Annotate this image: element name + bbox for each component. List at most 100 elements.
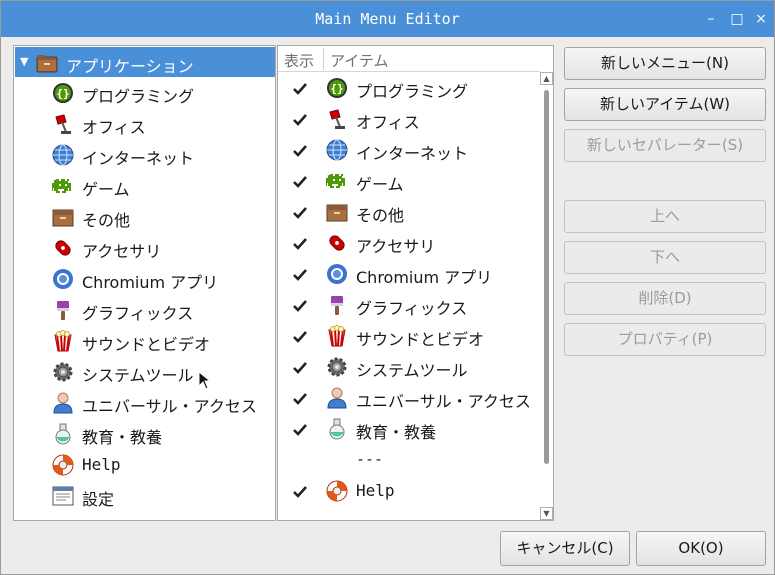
tree-item-system-tools[interactable]: システムツール xyxy=(14,357,274,388)
tree-item-office[interactable]: オフィス xyxy=(14,109,274,140)
mouse-pointer-icon xyxy=(198,371,212,390)
visible-checkbox[interactable] xyxy=(292,143,308,159)
list-row[interactable]: システムツール xyxy=(278,352,540,383)
tree-item-label: Chromium アプリ xyxy=(82,273,219,292)
list-row-label: アクセサリ xyxy=(356,237,436,256)
globe-icon xyxy=(52,144,74,166)
menu-tree[interactable]: ▼ アプリケーション プログラミング オフィス インターネット ゲーム その他 … xyxy=(13,45,276,521)
tree-item-games[interactable]: ゲーム xyxy=(14,171,274,202)
list-row[interactable]: Help xyxy=(278,476,540,507)
list-row[interactable]: インターネット xyxy=(278,135,540,166)
new-separator-button[interactable]: 新しいセパレーター(S) xyxy=(564,129,766,162)
visible-checkbox[interactable] xyxy=(292,267,308,283)
tree-item-chromium-apps[interactable]: Chromium アプリ xyxy=(14,264,274,295)
lifebuoy-icon xyxy=(326,480,348,502)
tree-item-label: 設定 xyxy=(82,490,115,509)
tree-item-label: その他 xyxy=(82,211,131,230)
move-up-button[interactable]: 上へ xyxy=(564,200,766,233)
visible-checkbox[interactable] xyxy=(292,81,308,97)
scroll-up-arrow-icon[interactable]: ▲ xyxy=(540,72,553,85)
flask-icon xyxy=(326,418,348,440)
item-list[interactable]: 表示 アイテム プログラミング オフィス インターネット ゲーム その他 アクセ… xyxy=(277,45,554,521)
column-header-show[interactable]: 表示 xyxy=(284,50,314,71)
tree-item-sound-video[interactable]: サウンドとビデオ xyxy=(14,326,274,357)
list-row[interactable]: その他 xyxy=(278,197,540,228)
tree-item-applications[interactable]: ▼ アプリケーション xyxy=(15,47,275,77)
tree-item-universal-access[interactable]: ユニバーサル・アクセス xyxy=(14,388,274,419)
list-row-label: ユニバーサル・アクセス xyxy=(356,392,531,411)
new-menu-button[interactable]: 新しいメニュー(N) xyxy=(564,47,766,80)
cancel-button[interactable]: キャンセル(C) xyxy=(500,531,630,566)
tree-item-label: アプリケーション xyxy=(66,57,194,76)
paintbrush-icon xyxy=(52,299,74,321)
tree-item-label: システムツール xyxy=(82,366,194,385)
column-divider xyxy=(323,48,324,70)
visible-checkbox[interactable] xyxy=(292,298,308,314)
list-row[interactable]: グラフィックス xyxy=(278,290,540,321)
list-row[interactable]: ゲーム xyxy=(278,166,540,197)
list-row[interactable]: 教育・教養 xyxy=(278,414,540,445)
visible-checkbox[interactable] xyxy=(292,329,308,345)
visible-checkbox[interactable] xyxy=(292,360,308,376)
list-row[interactable]: オフィス xyxy=(278,104,540,135)
list-row-separator[interactable]: --- xyxy=(278,445,540,476)
visible-checkbox[interactable] xyxy=(292,391,308,407)
tree-item-label: グラフィックス xyxy=(82,304,194,323)
swiss-knife-icon xyxy=(52,237,74,259)
flask-icon xyxy=(52,423,74,445)
tree-item-accessories[interactable]: アクセサリ xyxy=(14,233,274,264)
visible-checkbox[interactable] xyxy=(292,236,308,252)
vertical-scrollbar[interactable]: ▲ ▼ xyxy=(540,72,553,520)
column-header-item[interactable]: アイテム xyxy=(330,50,389,71)
popcorn-icon xyxy=(326,325,348,347)
minimize-button[interactable]: – xyxy=(701,9,721,29)
tree-item-label: サウンドとビデオ xyxy=(82,335,211,354)
scroll-thumb[interactable] xyxy=(544,90,549,464)
visible-checkbox[interactable] xyxy=(292,484,308,500)
tree-item-help[interactable]: Help xyxy=(14,450,274,481)
list-row[interactable]: アクセサリ xyxy=(278,228,540,259)
office-lamp-icon xyxy=(52,113,74,135)
programming-icon xyxy=(52,82,74,104)
tree-item-graphics[interactable]: グラフィックス xyxy=(14,295,274,326)
paintbrush-icon xyxy=(326,294,348,316)
visible-checkbox[interactable] xyxy=(292,205,308,221)
list-row[interactable]: Chromium アプリ xyxy=(278,259,540,290)
move-down-button[interactable]: 下へ xyxy=(564,241,766,274)
tree-item-programming[interactable]: プログラミング xyxy=(14,78,274,109)
person-icon xyxy=(52,392,74,414)
main-menu-editor-window: Main Menu Editor – □ × ▼ アプリケーション プログラミン… xyxy=(0,0,775,575)
maximize-button[interactable]: □ xyxy=(727,9,747,29)
expander-arrow-icon[interactable]: ▼ xyxy=(20,55,28,68)
scroll-down-arrow-icon[interactable]: ▼ xyxy=(540,507,553,520)
title-bar: Main Menu Editor – □ × xyxy=(1,1,774,37)
list-row[interactable]: プログラミング xyxy=(278,73,540,104)
tree-item-label: Help xyxy=(82,455,121,474)
visible-checkbox[interactable] xyxy=(292,174,308,190)
ok-button[interactable]: OK(O) xyxy=(636,531,766,566)
settings-panel-icon xyxy=(52,485,74,507)
list-row[interactable]: サウンドとビデオ xyxy=(278,321,540,352)
close-button[interactable]: × xyxy=(751,9,771,29)
new-item-button[interactable]: 新しいアイテム(W) xyxy=(564,88,766,121)
list-row-label: Chromium アプリ xyxy=(356,268,493,287)
visible-checkbox[interactable] xyxy=(292,422,308,438)
tree-item-education[interactable]: 教育・教養 xyxy=(14,419,274,450)
lifebuoy-icon xyxy=(52,454,74,476)
list-header: 表示 アイテム xyxy=(278,46,540,72)
tree-item-internet[interactable]: インターネット xyxy=(14,140,274,171)
tree-item-label: オフィス xyxy=(82,118,146,137)
list-row-label: グラフィックス xyxy=(356,299,468,318)
delete-button[interactable]: 削除(D) xyxy=(564,282,766,315)
tree-item-label: アクセサリ xyxy=(82,242,162,261)
visible-checkbox[interactable] xyxy=(292,112,308,128)
tree-item-settings[interactable]: 設定 xyxy=(14,481,274,512)
swiss-knife-icon xyxy=(326,232,348,254)
list-row-label: Help xyxy=(356,481,395,500)
properties-button[interactable]: プロパティ(P) xyxy=(564,323,766,356)
globe-icon xyxy=(326,139,348,161)
tree-item-other[interactable]: その他 xyxy=(14,202,274,233)
office-lamp-icon xyxy=(326,108,348,130)
list-row[interactable]: ユニバーサル・アクセス xyxy=(278,383,540,414)
person-icon xyxy=(326,387,348,409)
